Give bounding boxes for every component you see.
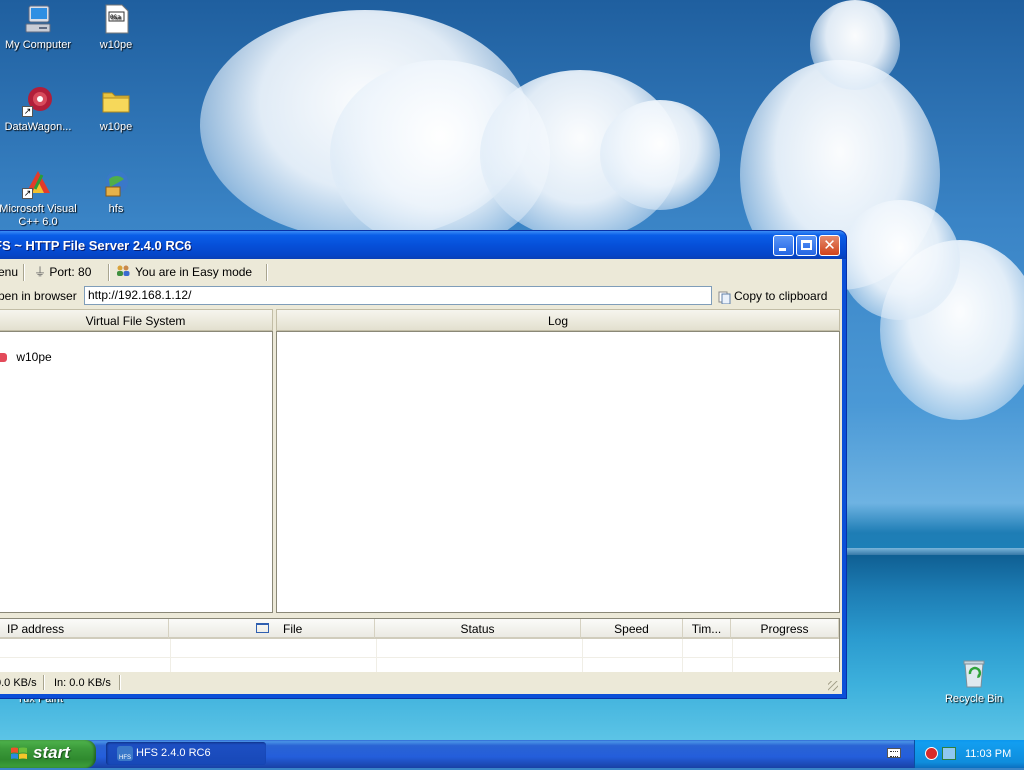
users-icon	[116, 262, 132, 284]
desktop-icon-my-computer[interactable]: My Computer	[0, 3, 78, 52]
desktop-icon-visual-cpp[interactable]: ↗ Microsoft Visual C++ 6.0	[0, 167, 78, 229]
vfs-tree[interactable]: w10pe	[0, 331, 273, 613]
vfs-root-item[interactable]: w10pe	[0, 350, 52, 364]
folder-icon	[100, 85, 132, 117]
hfs-window: FS ~ HTTP File Server 2.4.0 RC6 ✕ enu ⏚ …	[0, 231, 846, 698]
vfs-header: Virtual File System	[0, 309, 273, 331]
maximize-icon	[801, 240, 812, 250]
window-titlebar[interactable]: FS ~ HTTP File Server 2.4.0 RC6 ✕	[0, 231, 846, 259]
windows-logo-icon	[10, 746, 28, 765]
resize-grip-icon[interactable]	[828, 681, 838, 691]
root-home-icon	[0, 353, 7, 362]
hfs-icon	[100, 167, 132, 199]
datawagon-icon: ↗	[22, 85, 54, 117]
shortcut-arrow-icon: ↗	[22, 188, 33, 199]
toolbar-separator	[108, 264, 109, 281]
url-field[interactable]: http://192.168.1.12/	[84, 286, 712, 305]
taskbar-item-hfs[interactable]: HFS HFS 2.4.0 RC6	[106, 742, 266, 765]
start-label: start	[33, 743, 70, 762]
url-toolbar: pen in browser http://192.168.1.12/ Copy…	[0, 285, 842, 309]
maximize-button[interactable]	[796, 235, 817, 256]
system-tray: 11:03 PM	[914, 740, 1024, 768]
status-bar: 0.0 KB/s In: 0.0 KB/s	[0, 672, 842, 694]
toolbar-separator	[23, 264, 24, 281]
clock[interactable]: 11:03 PM	[965, 740, 1011, 768]
toolbar-separator	[266, 264, 267, 281]
copy-to-clipboard-button[interactable]: Copy to clipboard	[716, 285, 827, 307]
close-icon: ✕	[823, 236, 836, 254]
main-toolbar: enu ⏚ Port: 80 You are in Easy mode	[0, 261, 842, 283]
column-ip-address[interactable]: IP address	[0, 619, 169, 639]
minimize-button[interactable]	[773, 235, 794, 256]
open-in-browser-button[interactable]: pen in browser	[0, 285, 77, 307]
mode-button[interactable]: You are in Easy mode	[116, 261, 252, 283]
clipboard-icon	[718, 289, 731, 311]
desktop-icon-w10pe-folder[interactable]: w10pe	[76, 85, 156, 134]
column-progress[interactable]: Progress	[731, 619, 839, 639]
column-speed[interactable]: Speed	[581, 619, 683, 639]
in-speed: In: 0.0 KB/s	[54, 677, 111, 689]
close-button[interactable]: ✕	[819, 235, 840, 256]
file-column-icon	[256, 623, 269, 633]
window-client: enu ⏚ Port: 80 You are in Easy mode pen …	[0, 259, 842, 694]
port-plug-icon: ⏚	[34, 265, 47, 279]
my-computer-icon	[22, 3, 54, 35]
visual-cpp-icon: ↗	[22, 167, 54, 199]
column-file[interactable]: File	[169, 619, 375, 639]
recycle-bin-icon	[958, 657, 990, 689]
column-time[interactable]: Tim...	[683, 619, 731, 639]
log-header: Log	[276, 309, 840, 331]
desktop-icon-recycle-bin[interactable]: Recycle Bin	[934, 657, 1014, 706]
svg-text:0&a: 0&a	[110, 14, 121, 21]
keyboard-icon[interactable]	[887, 748, 901, 758]
minimize-icon	[779, 248, 786, 251]
taskbar: start HFS HFS 2.4.0 RC6 11:03 PM	[0, 740, 1024, 768]
window-title: FS ~ HTTP File Server 2.4.0 RC6	[0, 238, 192, 253]
start-button[interactable]: start	[0, 740, 96, 768]
shortcut-arrow-icon: ↗	[22, 106, 33, 117]
hfs-small-icon: HFS	[117, 746, 133, 761]
desktop-icon-datawagon[interactable]: ↗ DataWagon...	[0, 85, 78, 134]
menu-button[interactable]: enu	[0, 261, 18, 283]
port-button[interactable]: ⏚ Port: 80	[34, 261, 91, 283]
out-speed: 0.0 KB/s	[0, 677, 37, 689]
log-pane[interactable]	[276, 331, 840, 613]
desktop-icon-w10pe-doc[interactable]: 0&a w10pe	[76, 3, 156, 52]
security-alert-icon[interactable]	[925, 747, 938, 760]
column-status[interactable]: Status	[375, 619, 581, 639]
desktop-icon-hfs[interactable]: hfs	[76, 167, 156, 216]
document-icon: 0&a	[100, 3, 132, 35]
network-icon[interactable]	[942, 747, 956, 760]
